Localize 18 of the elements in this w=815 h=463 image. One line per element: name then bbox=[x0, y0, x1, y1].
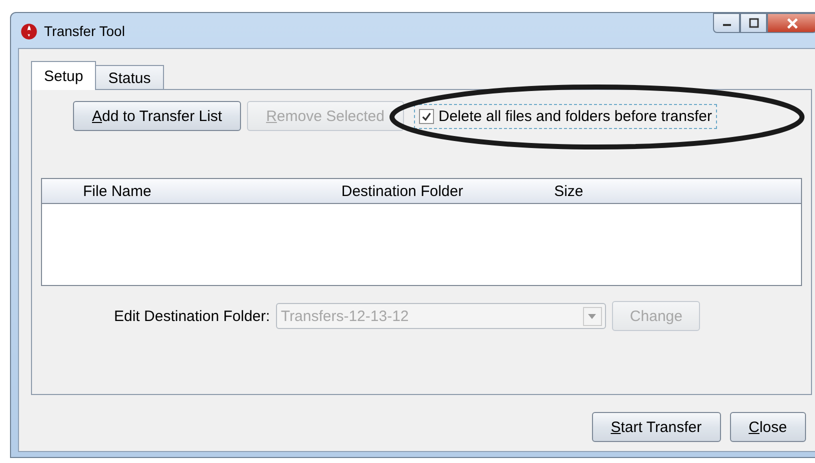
add-button[interactable]: Add to Transfer List bbox=[73, 101, 242, 131]
close-dialog-button[interactable]: Close bbox=[730, 412, 806, 442]
check-icon bbox=[420, 110, 432, 122]
destination-label: Edit Destination Folder: bbox=[114, 308, 270, 324]
maximize-button[interactable] bbox=[740, 13, 767, 33]
close-button[interactable] bbox=[767, 13, 815, 33]
tab[interactable]: Setup bbox=[31, 61, 96, 90]
maximize-icon bbox=[748, 18, 758, 28]
column-header[interactable]: Destination Folder bbox=[341, 182, 464, 200]
window-title: Transfer Tool bbox=[44, 22, 125, 38]
column-header[interactable]: File Name bbox=[83, 182, 152, 200]
dropdown-arrow-icon bbox=[588, 314, 596, 318]
start-transfer-button[interactable]: Start Transfer bbox=[592, 412, 721, 442]
minimize-button[interactable] bbox=[713, 13, 740, 33]
column-header[interactable]: Size bbox=[554, 182, 584, 200]
tab[interactable]: Status bbox=[95, 65, 164, 90]
delete-checkbox[interactable]: Delete all files and folders before transfer bbox=[414, 104, 717, 128]
close-icon bbox=[786, 18, 798, 28]
